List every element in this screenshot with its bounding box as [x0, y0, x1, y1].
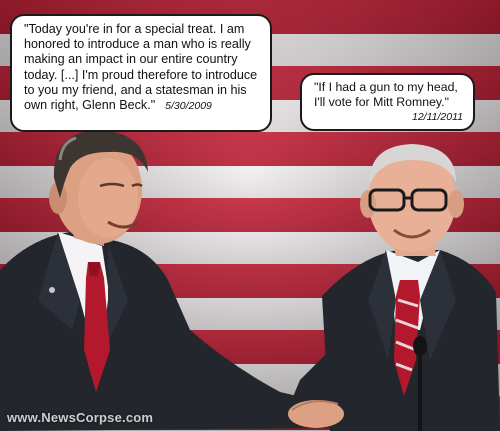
romney-quote-text: "Today you're in for a special treat. I …: [24, 22, 258, 113]
source-watermark: www.NewsCorpse.com: [7, 410, 154, 425]
speech-bubble-right: "If I had a gun to my head, I'll vote fo…: [300, 73, 475, 131]
handshake: [288, 400, 344, 428]
left-man-figure: [0, 130, 330, 431]
right-man-figure: [290, 144, 500, 431]
speech-bubble-left: "Today you're in for a special treat. I …: [10, 14, 272, 132]
cartoon-image: "Today you're in for a special treat. I …: [0, 0, 500, 431]
beck-quote-date: 12/11/2011: [412, 111, 463, 123]
flag-pin: [49, 287, 55, 293]
romney-quote-date: 5/30/2009: [165, 100, 212, 113]
beck-quote-text: "If I had a gun to my head, I'll vote fo…: [314, 80, 458, 109]
